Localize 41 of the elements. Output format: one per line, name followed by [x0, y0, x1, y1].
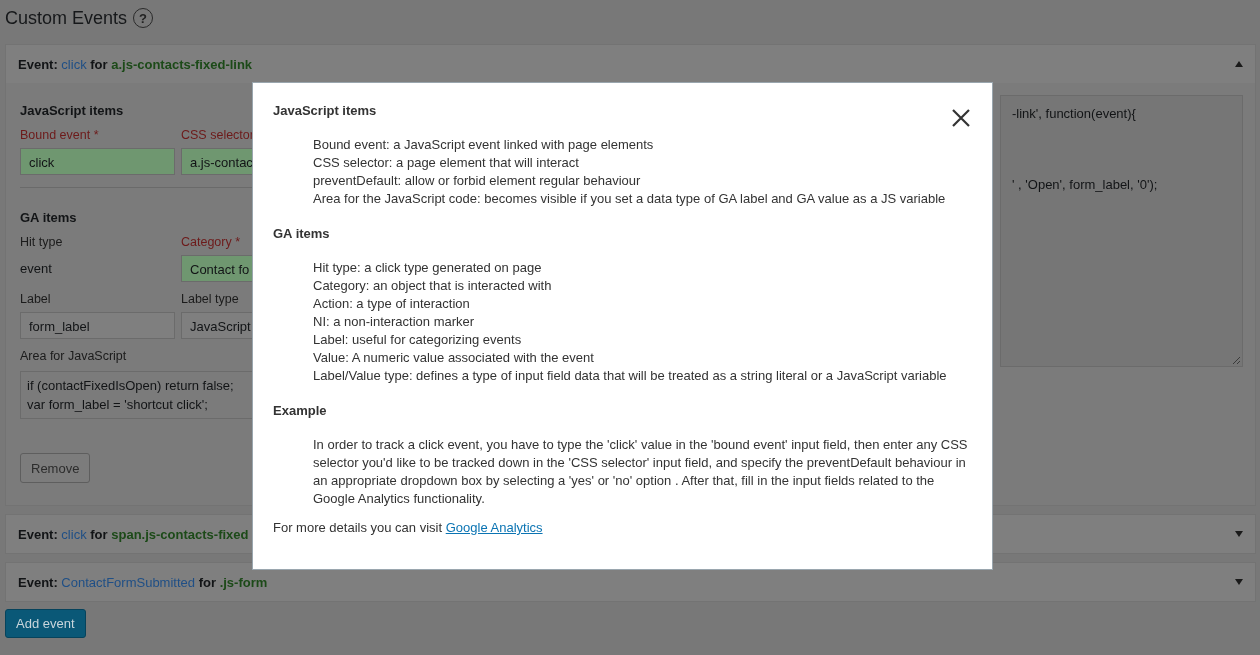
field-label: Label type: [181, 292, 239, 308]
help-text: Action: a type of interaction: [313, 295, 471, 313]
add-event-button[interactable]: Add event: [5, 609, 86, 638]
analytics-link[interactable]: Google Analytics: [445, 520, 543, 535]
help-text: NI: a non-interaction marker: [313, 313, 476, 331]
help-text: Label: useful for categorizing events: [313, 331, 523, 349]
help-text: Area for the JavaScript code: becomes visible if you set a data type of GA label and GA value as a JS variable: [313, 190, 947, 208]
section-heading: GA items: [273, 226, 330, 241]
section-heading: Example: [273, 403, 327, 418]
remove-button[interactable]: Remove: [20, 453, 91, 483]
section-heading: GA items: [20, 210, 77, 225]
code-textarea[interactable]: -link', function(event){ ' , 'Open', form_label, '0');: [1000, 95, 1243, 367]
field-value: event: [20, 260, 53, 278]
field-label: CSS selector: [181, 128, 254, 144]
help-text: Category: an object that is interacted with: [313, 277, 553, 295]
field-label: Hit type: [20, 235, 63, 251]
help-text: Hit type: a click type generated on page: [313, 259, 543, 277]
help-text: Label/Value type: defines a type of input field data that will be treated as a string literal or a JavaScript variable: [313, 367, 948, 385]
field-label: Bound event *: [20, 128, 99, 144]
page-title: Custom Events: [5, 7, 128, 29]
section-heading: JavaScript items: [273, 103, 377, 118]
help-text: CSS selector: a page element that will interact: [313, 154, 580, 172]
input-field[interactable]: click: [20, 148, 175, 175]
field-label: Category *: [181, 235, 241, 251]
resize-handle-icon[interactable]: [1232, 356, 1240, 364]
close-icon[interactable]: [952, 109, 970, 127]
event-title[interactable]: Event: click for span.js-contacts-fixed: [18, 526, 249, 542]
toggle-arrow-icon[interactable]: [1235, 579, 1243, 585]
event-title[interactable]: Event: click for a.js-contacts-fixed-link: [18, 56, 253, 72]
help-text: Value: A numeric value associated with the event: [313, 349, 595, 367]
field-label: Label: [20, 292, 51, 308]
field-label: Area for JavaScript: [20, 349, 127, 365]
help-paragraph: In order to track a click event, you have to type the 'click' value in the 'bound event' input field, then enter any CSS selector you'd like to be tracked down in the 'CSS selector' input field, and specify the preventDefault behaviour in an appropriate dropdown box by selecting a 'yes' or 'no' option . After that, fill in the input fields related to the Google Analytics functionality.: [313, 436, 969, 508]
event-title[interactable]: Event: ContactFormSubmitted for .js-form: [18, 574, 268, 590]
input-field[interactable]: form_label: [20, 312, 175, 339]
toggle-arrow-icon[interactable]: [1235, 531, 1243, 537]
help-text: Bound event: a JavaScript event linked with page elements: [313, 136, 655, 154]
toggle-arrow-icon[interactable]: [1235, 61, 1243, 67]
section-heading: JavaScript items: [20, 103, 124, 118]
help-text: For more details you can visit: [273, 520, 443, 535]
help-text: preventDefault: allow or forbid element regular behaviour: [313, 172, 642, 190]
